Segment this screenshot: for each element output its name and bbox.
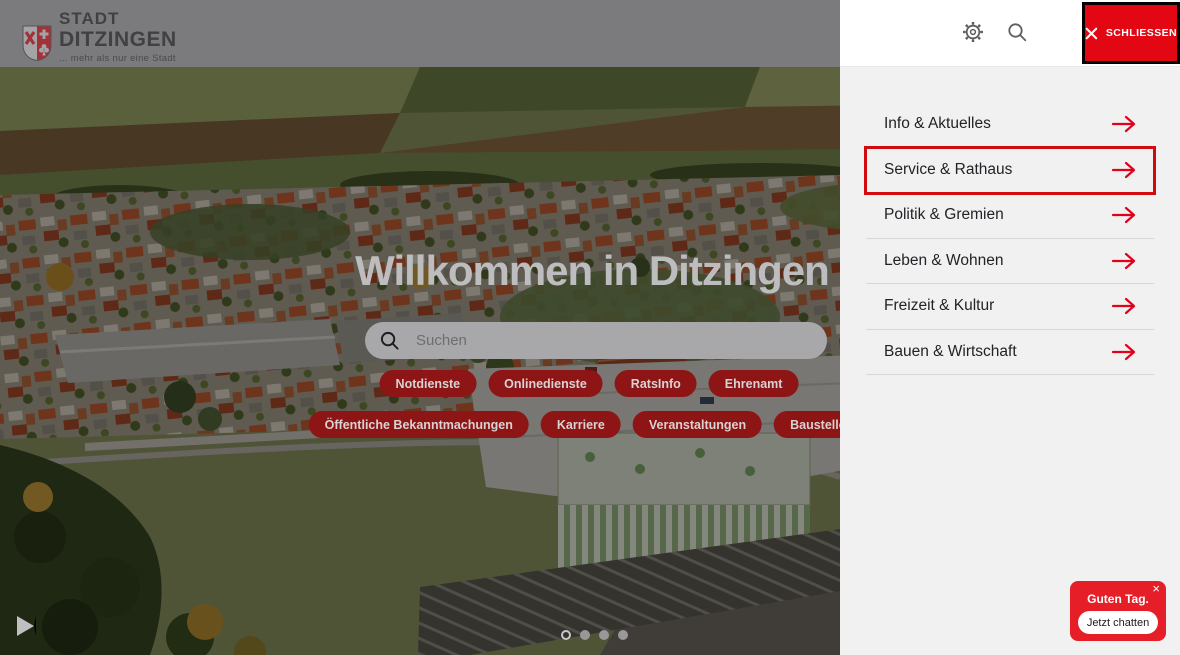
arrow-right-icon bbox=[1111, 161, 1137, 179]
quick-links-row2: Öffentliche Bekanntmachungen Karriere Ve… bbox=[309, 411, 870, 438]
hero-title: Willkommen in Ditzingen bbox=[355, 247, 829, 295]
chat-widget: × Guten Tag. Jetzt chatten bbox=[1070, 581, 1166, 641]
gear-icon bbox=[961, 20, 985, 44]
logo-line2: DITZINGEN bbox=[59, 29, 177, 50]
menu-item-label: Leben & Wohnen bbox=[884, 252, 1004, 270]
arrow-right-icon bbox=[1111, 297, 1137, 315]
carousel-dot-3[interactable] bbox=[599, 630, 609, 640]
close-menu-label: SCHLIESSEN bbox=[1106, 27, 1177, 39]
menu-panel-header: SCHLIESSEN bbox=[840, 0, 1180, 67]
menu-item-label: Service & Rathaus bbox=[884, 161, 1012, 179]
quick-link-onlinedienste[interactable]: Onlinedienste bbox=[488, 370, 603, 397]
arrow-right-icon bbox=[1111, 252, 1137, 270]
menu-dim-overlay bbox=[0, 67, 840, 655]
arrow-right-icon bbox=[1111, 343, 1137, 361]
search-icon bbox=[1006, 21, 1028, 43]
search-input[interactable] bbox=[416, 332, 813, 349]
menu-item-label: Freizeit & Kultur bbox=[884, 297, 994, 315]
menu-item-politik-gremien[interactable]: Politik & Gremien bbox=[866, 193, 1154, 239]
close-x-icon bbox=[1085, 26, 1098, 41]
site-logo[interactable]: STADT DITZINGEN ... mehr als nur eine St… bbox=[22, 6, 177, 64]
city-crest-icon bbox=[22, 25, 52, 61]
arrow-right-icon bbox=[1111, 115, 1137, 133]
main-menu: Info & Aktuelles Service & Rathaus Polit… bbox=[866, 102, 1154, 375]
menu-item-bauen-wirtschaft[interactable]: Bauen & Wirtschaft bbox=[866, 330, 1154, 376]
page: STADT DITZINGEN ... mehr als nur eine St… bbox=[0, 0, 1180, 655]
quick-link-oeffentliche-bekanntmachungen[interactable]: Öffentliche Bekanntmachungen bbox=[309, 411, 529, 438]
search-bar[interactable] bbox=[365, 322, 827, 359]
carousel-dot-2[interactable] bbox=[580, 630, 590, 640]
quick-link-notdienste[interactable]: Notdienste bbox=[380, 370, 477, 397]
quick-link-veranstaltungen[interactable]: Veranstaltungen bbox=[633, 411, 762, 438]
carousel-dot-1[interactable] bbox=[561, 630, 571, 640]
site-header: STADT DITZINGEN ... mehr als nur eine St… bbox=[0, 0, 840, 67]
menu-item-leben-wohnen[interactable]: Leben & Wohnen bbox=[866, 239, 1154, 285]
arrow-right-icon bbox=[1111, 206, 1137, 224]
settings-button[interactable] bbox=[958, 18, 988, 48]
menu-item-info-aktuelles[interactable]: Info & Aktuelles bbox=[866, 102, 1154, 148]
menu-item-label: Info & Aktuelles bbox=[884, 115, 991, 133]
carousel-dots bbox=[561, 630, 628, 640]
search-icon bbox=[379, 330, 400, 351]
logo-tagline: ... mehr als nur eine Stadt bbox=[59, 54, 177, 64]
menu-item-label: Politik & Gremien bbox=[884, 206, 1004, 224]
close-menu-button[interactable]: SCHLIESSEN bbox=[1082, 2, 1180, 64]
carousel-dot-4[interactable] bbox=[618, 630, 628, 640]
menu-item-service-rathaus[interactable]: Service & Rathaus bbox=[866, 148, 1154, 194]
quick-link-ratsinfo[interactable]: RatsInfo bbox=[615, 370, 697, 397]
menu-item-label: Bauen & Wirtschaft bbox=[884, 343, 1017, 361]
quick-link-ehrenamt[interactable]: Ehrenamt bbox=[709, 370, 799, 397]
menu-item-freizeit-kultur[interactable]: Freizeit & Kultur bbox=[866, 284, 1154, 330]
menu-panel: SCHLIESSEN Info & Aktuelles Service & Ra… bbox=[840, 0, 1180, 655]
logo-line1: STADT bbox=[59, 10, 177, 27]
search-button[interactable] bbox=[1002, 18, 1032, 48]
quick-links-row1: Notdienste Onlinedienste RatsInfo Ehrena… bbox=[380, 370, 799, 397]
quick-link-karriere[interactable]: Karriere bbox=[541, 411, 621, 438]
play-button[interactable] bbox=[17, 616, 36, 636]
chat-start-button[interactable]: Jetzt chatten bbox=[1078, 611, 1158, 634]
chat-close-icon[interactable]: × bbox=[1152, 582, 1160, 595]
